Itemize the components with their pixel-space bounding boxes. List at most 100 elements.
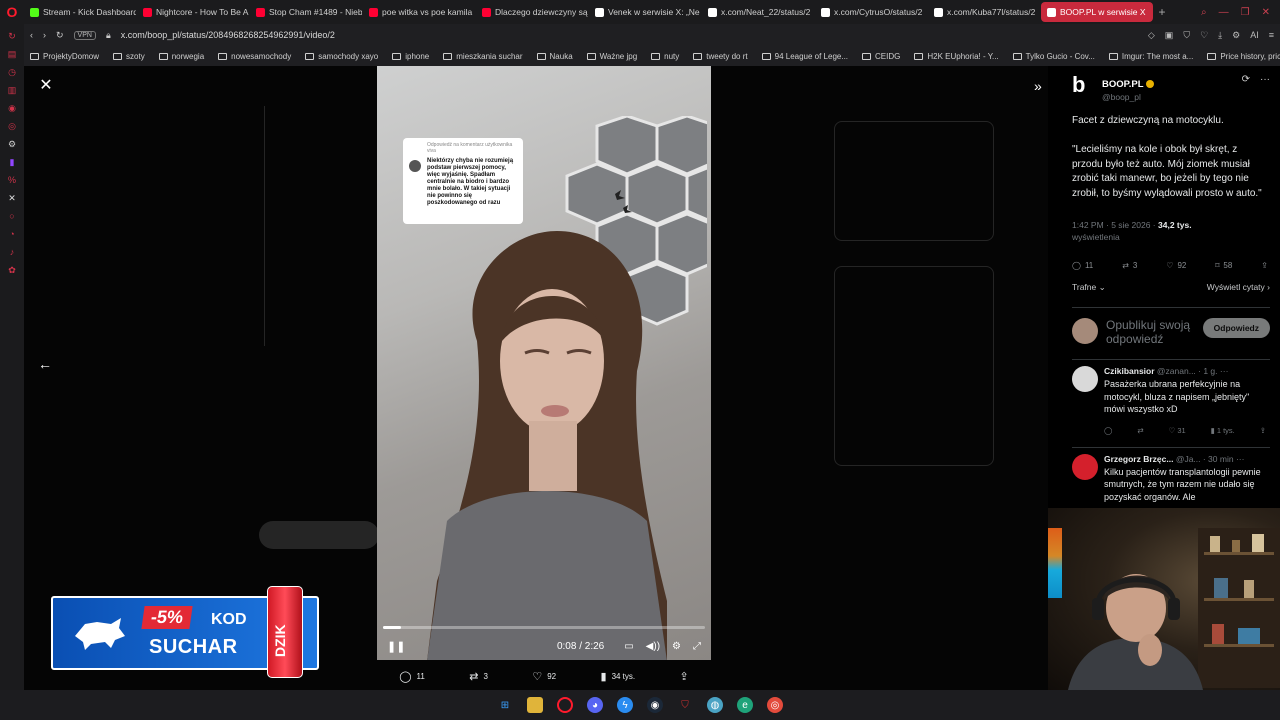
globe-app-icon[interactable]: ◍ bbox=[707, 697, 723, 713]
comment-author[interactable]: Grzegorz Brzęc... bbox=[1104, 454, 1173, 464]
url-field[interactable]: x.com/boop_pl/status/2084968268254962991… bbox=[121, 30, 335, 40]
shield-app-icon[interactable]: ⛉ bbox=[677, 697, 693, 713]
sidebar-wallet-icon[interactable]: ▥ bbox=[6, 84, 18, 96]
comment-share-icon[interactable]: ⇪ bbox=[1260, 426, 1266, 435]
expand-panel-button[interactable]: » bbox=[1034, 78, 1042, 94]
settings-gear-icon[interactable]: ⚙ bbox=[672, 641, 681, 652]
bookmark-item[interactable]: nowesamochody bbox=[218, 52, 291, 61]
tweet-reply-button[interactable]: ◯ 11 bbox=[1072, 261, 1093, 270]
comment-views[interactable]: ▮ 1 tys. bbox=[1211, 426, 1235, 435]
browser-tab[interactable]: x.com/Kuba77l/status/2 bbox=[928, 2, 1040, 22]
comment-author[interactable]: Czikibansior bbox=[1104, 366, 1155, 376]
tweet-repost-button[interactable]: ⇄ 3 bbox=[1122, 261, 1137, 270]
tweet-timestamp[interactable]: 1:42 PM · 5 sie 2026 · bbox=[1072, 220, 1156, 230]
volume-icon[interactable]: ◀)) bbox=[646, 641, 660, 652]
share-action[interactable]: ⇪ bbox=[680, 670, 689, 683]
bookmark-item[interactable]: Tylko Gucio - Cov... bbox=[1012, 52, 1095, 61]
easy-setup-icon[interactable]: ⚙ bbox=[1232, 30, 1240, 41]
more-options-icon[interactable]: ··· bbox=[1236, 454, 1245, 464]
like-action[interactable]: ♡ 92 bbox=[532, 670, 556, 683]
file-explorer-icon[interactable] bbox=[527, 697, 543, 713]
sidebar-clock-icon[interactable]: ◔ bbox=[6, 228, 18, 240]
comment-reply-icon[interactable]: ◯ bbox=[1104, 426, 1112, 435]
bookmark-item[interactable]: 94 League of Lege... bbox=[761, 52, 848, 61]
sidebar-x-icon[interactable]: ✕ bbox=[6, 192, 18, 204]
more-options-icon[interactable]: ··· bbox=[1260, 74, 1270, 85]
reply-button[interactable]: Odpowiedz bbox=[1202, 318, 1270, 338]
sidebar-history-icon[interactable]: ◷ bbox=[6, 66, 18, 78]
bookmark-page-icon[interactable]: ◇ bbox=[1148, 30, 1155, 41]
bookmark-item[interactable]: norwegia bbox=[158, 52, 204, 61]
browser-tab[interactable]: Stop Cham #1489 - Nieb bbox=[250, 2, 362, 22]
maximize-icon[interactable]: ❐ bbox=[1241, 7, 1250, 18]
previous-media-button[interactable]: ← bbox=[38, 356, 52, 372]
sidebar-music-icon[interactable]: ♪ bbox=[6, 246, 18, 258]
new-tab-button[interactable]: + bbox=[1153, 2, 1171, 22]
sidebar-refresh-icon[interactable]: ↻ bbox=[6, 30, 18, 42]
minimize-icon[interactable]: — bbox=[1219, 7, 1229, 18]
comment-like-button[interactable]: ♡ 31 bbox=[1169, 426, 1186, 435]
bookmark-item[interactable]: nuty bbox=[651, 52, 679, 61]
browser-tab[interactable]: Stream - Kick Dashboard bbox=[24, 2, 136, 22]
bookmark-item[interactable]: tweety do rt bbox=[693, 52, 748, 61]
bookmark-item[interactable]: mieszkania suchar bbox=[443, 52, 523, 61]
bookmark-item[interactable]: H2K EUphoria! - Y... bbox=[914, 52, 999, 61]
close-window-icon[interactable]: ✕ bbox=[1262, 7, 1270, 18]
video-progress-bar[interactable] bbox=[383, 626, 705, 629]
comment-repost-icon[interactable]: ⇄ bbox=[1137, 426, 1143, 435]
sidebar-messenger-icon[interactable]: ◉ bbox=[6, 102, 18, 114]
video-player[interactable]: Odpowiedź na komentarz użytkownika viva … bbox=[377, 66, 711, 660]
sort-dropdown[interactable]: Trafne ⌄ bbox=[1072, 282, 1106, 293]
close-viewer-button[interactable]: ✕ bbox=[38, 78, 54, 94]
comment-avatar[interactable] bbox=[1072, 366, 1098, 392]
bookmark-item[interactable]: Imgur: The most a... bbox=[1108, 52, 1193, 61]
tweet-bookmark-button[interactable]: ⌑ 58 bbox=[1215, 261, 1232, 270]
opera-logo-icon[interactable]: O bbox=[0, 0, 24, 24]
comment-item[interactable]: Czikibansior @zanan... · 1 g. ··· Pasaże… bbox=[1072, 359, 1270, 443]
shield-icon[interactable]: ⛉ bbox=[1183, 30, 1190, 41]
sidebar-twitch-icon[interactable]: ▮ bbox=[6, 156, 18, 168]
grok-icon[interactable]: ⟳ bbox=[1242, 74, 1250, 85]
download-icon[interactable]: ⤓ bbox=[1218, 30, 1222, 41]
bookmark-item[interactable]: szoty bbox=[113, 52, 145, 61]
browser-tab[interactable]: Dlaczego dziewczyny są bbox=[476, 2, 588, 22]
browser-tab[interactable]: Nightcore - How To Be A bbox=[137, 2, 249, 22]
sidebar-gear-icon[interactable]: ✿ bbox=[6, 264, 18, 276]
pause-icon[interactable]: ❚❚ bbox=[387, 640, 405, 653]
messenger-icon[interactable]: ϟ bbox=[617, 697, 633, 713]
sidebar-settings-icon[interactable]: ⚙ bbox=[6, 138, 18, 150]
reply-action[interactable]: ◯ 11 bbox=[399, 670, 425, 683]
browser-tab[interactable]: x.com/Neat_22/status/2 bbox=[702, 2, 814, 22]
edge-icon[interactable]: e bbox=[737, 697, 753, 713]
bookmark-item[interactable]: Ważne jpg bbox=[586, 52, 637, 61]
repost-action[interactable]: ⇄ 3 bbox=[469, 670, 488, 683]
view-quotes-link[interactable]: Wyświetl cytaty › bbox=[1207, 282, 1270, 293]
sidebar-speeddial-icon[interactable]: ▤ bbox=[6, 48, 18, 60]
reload-icon[interactable]: ↻ bbox=[56, 30, 64, 41]
sidebar-circle-icon[interactable]: ○ bbox=[6, 210, 18, 222]
steam-icon[interactable]: ◉ bbox=[647, 697, 663, 713]
author-avatar[interactable]: b bbox=[1072, 74, 1094, 96]
snapshot-icon[interactable]: ▣ bbox=[1165, 30, 1174, 41]
ai-label[interactable]: AI bbox=[1250, 30, 1259, 41]
more-options-icon[interactable]: ··· bbox=[1220, 366, 1229, 376]
sidebar-percent-icon[interactable]: % bbox=[6, 174, 18, 186]
tweet-share-button[interactable]: ⇪ bbox=[1261, 261, 1268, 270]
author-handle[interactable]: @boop_pl bbox=[1102, 92, 1154, 102]
sidebar-instagram-icon[interactable]: ◎ bbox=[6, 120, 18, 132]
bookmark-item[interactable]: ProjektyDomow bbox=[30, 52, 99, 61]
forward-icon[interactable]: › bbox=[43, 30, 46, 40]
browser-tab[interactable]: poe witka vs poe kamila bbox=[363, 2, 475, 22]
browser-tab[interactable]: x.com/CytrusO/status/2 bbox=[815, 2, 927, 22]
captions-icon[interactable]: ▭ bbox=[624, 641, 633, 652]
browser-tab[interactable]: Venek w serwisie X: „Ne bbox=[589, 2, 701, 22]
bookmark-item[interactable]: Price history, price... bbox=[1207, 52, 1280, 61]
bookmark-item[interactable]: iphone bbox=[392, 52, 429, 61]
windows-start-icon[interactable]: ⊞ bbox=[497, 697, 513, 713]
comment-item[interactable]: Grzegorz Brzęc... @Ja... · 30 min ··· Ki… bbox=[1072, 446, 1270, 504]
bookmark-item[interactable]: CEIDG bbox=[862, 52, 900, 61]
heart-icon[interactable]: ♡ bbox=[1200, 30, 1208, 41]
bookmark-item[interactable]: Nauka bbox=[536, 52, 573, 61]
views-action[interactable]: ▮ 34 tys. bbox=[601, 670, 636, 683]
chrome-icon[interactable]: ◎ bbox=[767, 697, 783, 713]
